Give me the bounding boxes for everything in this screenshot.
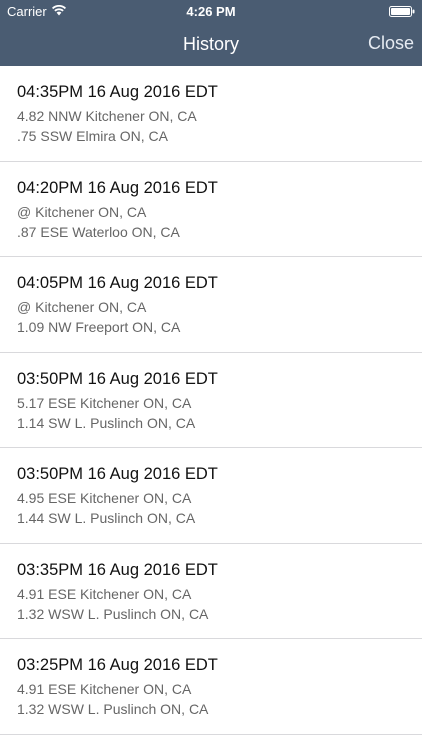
history-row[interactable]: 03:25PM 16 Aug 2016 EDT 4.91 ESE Kitchene… (0, 639, 422, 735)
navigation-bar: History Close (0, 22, 422, 66)
history-timestamp: 03:50PM 16 Aug 2016 EDT (17, 369, 218, 388)
battery-icon (389, 6, 415, 17)
history-location-primary: 4.91 ESE Kitchener ON, CA (17, 681, 192, 697)
page-title: History (182, 34, 239, 54)
history-row[interactable]: 04:35PM 16 Aug 2016 EDT 4.82 NNW Kitchene… (0, 66, 422, 162)
history-location-primary: 4.82 NNW Kitchener ON, CA (17, 108, 197, 124)
history-timestamp: 03:25PM 16 Aug 2016 EDT (17, 656, 218, 674)
history-row[interactable]: 03:50PM 16 Aug 2016 EDT 5.17 ESE Kitchene… (0, 353, 422, 448)
history-timestamp: 04:35PM 16 Aug 2016 EDT (17, 83, 218, 101)
history-location-primary: @ Kitchener ON, CA (17, 203, 147, 220)
history-location-primary: @ Kitchener ON, CA (17, 299, 147, 315)
history-location-secondary: .87 ESE Waterloo ON, CA (17, 223, 180, 240)
history-timestamp: 04:05PM 16 Aug 2016 EDT (17, 274, 218, 292)
history-row[interactable]: 04:20PM 16 Aug 2016 EDT @ Kitchener ON, C… (0, 162, 422, 257)
history-timestamp: 03:35PM 16 Aug 2016 EDT (17, 560, 218, 579)
status-time: 4:26 PM (186, 4, 236, 19)
history-row[interactable]: 03:35PM 16 Aug 2016 EDT 4.91 ESE Kitchene… (0, 544, 422, 639)
history-location-secondary: 1.44 SW L. Puslinch ON, CA (17, 510, 196, 526)
history-row[interactable]: 03:50PM 16 Aug 2016 EDT 4.95 ESE Kitchene… (0, 448, 422, 544)
history-location-primary: 4.95 ESE Kitchener ON, CA (17, 490, 192, 506)
history-timestamp: 03:50PM 16 Aug 2016 EDT (17, 465, 218, 483)
history-location-secondary: 1.14 SW L. Puslinch ON, CA (17, 414, 196, 431)
history-location-primary: 4.91 ESE Kitchener ON, CA (17, 585, 192, 602)
history-location-secondary: .75 SSW Elmira ON, CA (17, 128, 168, 144)
history-list: 04:35PM 16 Aug 2016 EDT 4.82 NNW Kitchene… (0, 66, 422, 750)
history-timestamp: 04:20PM 16 Aug 2016 EDT (17, 178, 218, 197)
top-bar: Carrier 4:26 PM History Close (0, 0, 422, 66)
history-location-secondary: 1.09 NW Freeport ON, CA (17, 319, 181, 335)
history-location-secondary: 1.32 WSW L. Puslinch ON, CA (17, 605, 209, 622)
history-row[interactable]: 04:05PM 16 Aug 2016 EDT @ Kitchener ON, C… (0, 257, 422, 353)
history-location-primary: 5.17 ESE Kitchener ON, CA (17, 394, 192, 411)
history-location-secondary: 1.32 WSW L. Puslinch ON, CA (17, 701, 209, 717)
status-bar: Carrier 4:26 PM (0, 0, 422, 22)
close-button[interactable]: Close (368, 33, 414, 54)
